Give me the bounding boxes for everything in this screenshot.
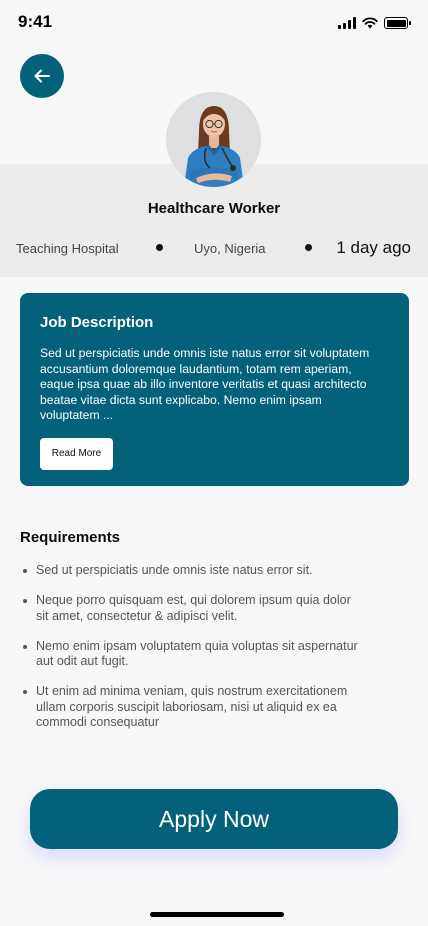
- requirement-item: Neque porro quisquam est, qui dolorem ip…: [20, 593, 360, 624]
- read-more-button[interactable]: Read More: [40, 437, 113, 470]
- back-button[interactable]: [20, 54, 64, 98]
- battery-icon: [384, 17, 411, 29]
- wifi-icon: [362, 17, 378, 29]
- requirement-item: Sed ut perspiciatis unde omnis iste natu…: [20, 563, 360, 579]
- avatar-image: [166, 92, 261, 187]
- job-details-screen: 9:41 Healthcare Worker Teaching Hospital…: [0, 0, 428, 926]
- status-icons: [338, 17, 411, 29]
- organization-label: Teaching Hospital: [16, 241, 119, 256]
- job-description-card: Job Description Sed ut perspiciatis unde…: [20, 293, 409, 486]
- requirements-title: Requirements: [20, 529, 121, 546]
- requirements-list: Sed ut perspiciatis unde omnis iste natu…: [20, 563, 360, 745]
- apply-now-button[interactable]: Apply Now: [30, 789, 398, 849]
- posted-time: 1 day ago: [336, 238, 411, 257]
- job-description-title: Job Description: [40, 314, 154, 331]
- avatar: [166, 92, 261, 187]
- home-indicator: [150, 912, 284, 917]
- requirement-item: Ut enim ad minima veniam, quis nostrum e…: [20, 684, 360, 731]
- signal-icon: [338, 17, 356, 29]
- requirement-item: Nemo enim ipsam voluptatem quia voluptas…: [20, 639, 360, 670]
- job-description-text: Sed ut perspiciatis unde omnis iste natu…: [40, 346, 370, 422]
- location-label: Uyo, Nigeria: [194, 241, 266, 256]
- job-title: Healthcare Worker: [147, 200, 281, 217]
- arrow-left-icon: [34, 69, 50, 83]
- separator-dot: [305, 244, 312, 251]
- separator-dot: [156, 244, 163, 251]
- status-time: 9:41: [18, 12, 53, 31]
